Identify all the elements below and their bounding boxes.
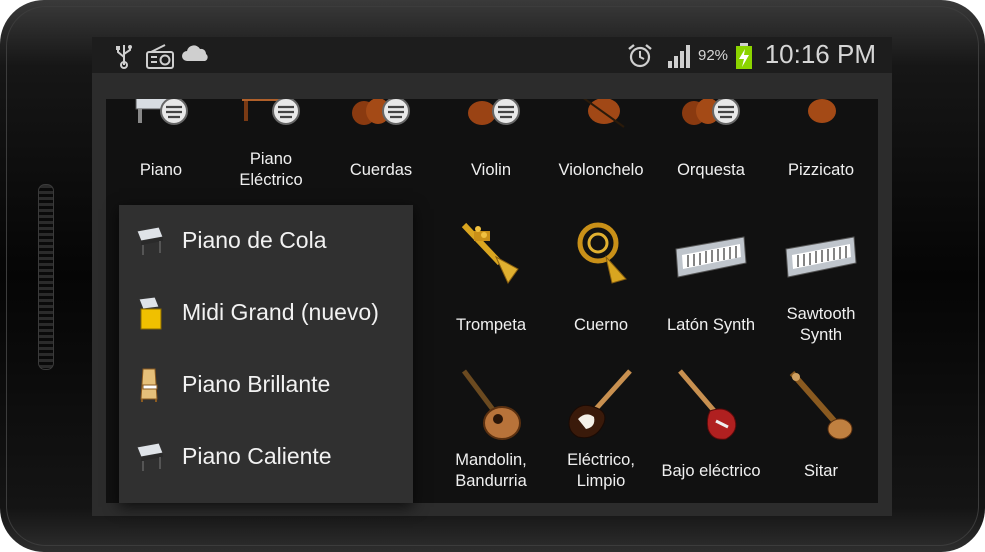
instrument-label: Piano xyxy=(139,160,183,179)
instrument-sawtooth-synth[interactable]: Sawtooth Synth xyxy=(766,209,876,359)
bass-guitar-icon xyxy=(678,369,737,440)
keyboard-synth-icon xyxy=(785,236,857,278)
usb-icon xyxy=(116,45,132,69)
cello-icon xyxy=(583,99,625,128)
pizzicato-icon xyxy=(808,99,836,123)
speaker-grille xyxy=(38,184,54,370)
instrument-label: Violin xyxy=(470,160,512,179)
menu-item-label: Midi Grand (nuevo) xyxy=(182,299,379,325)
instrument-brass-synth[interactable]: Latón Synth xyxy=(656,209,766,359)
mandolin-icon xyxy=(462,369,521,440)
menu-item-label: Piano de Cola xyxy=(182,227,327,253)
instrument-label: Sitar xyxy=(804,461,838,480)
cloud-icon xyxy=(182,45,208,61)
battery-charging-icon xyxy=(736,43,752,69)
menu-item-warm-piano[interactable]: Piano Caliente xyxy=(119,421,413,493)
violin-icon xyxy=(468,99,520,125)
instrument-label: Orquesta xyxy=(677,160,745,179)
instrument-label: Sawtooth Synth xyxy=(786,305,856,344)
orchestra-icon xyxy=(682,99,740,125)
instrument-cello[interactable]: Violonchelo xyxy=(546,99,656,209)
instrument-label: Eléctrico, Limpio xyxy=(567,451,635,490)
instrument-mandolin[interactable]: Mandolin, Bandurria xyxy=(436,359,546,503)
instrument-label: Piano Eléctrico xyxy=(239,150,303,189)
instrument-label: Bajo eléctrico xyxy=(661,461,761,480)
instrument-horn[interactable]: Cuerno xyxy=(546,209,656,359)
instrument-electric-bass[interactable]: Bajo eléctrico xyxy=(656,359,766,503)
instrument-piano[interactable]: Piano xyxy=(106,99,216,209)
instrument-violin[interactable]: Violin xyxy=(436,99,546,209)
instrument-sitar[interactable]: Sitar xyxy=(766,359,876,503)
grand-piano-icon xyxy=(136,226,164,255)
strings-icon xyxy=(352,99,410,125)
instrument-electric-clean[interactable]: Eléctrico, Limpio xyxy=(546,359,656,503)
instrument-label: Cuerdas xyxy=(349,160,413,179)
instrument-trumpet[interactable]: Trompeta xyxy=(436,209,546,359)
instrument-label: Violonchelo xyxy=(558,160,644,179)
grand-piano-icon xyxy=(136,442,164,471)
menu-item-label: Piano Caliente xyxy=(182,443,332,469)
signal-icon xyxy=(668,45,690,68)
alarm-icon xyxy=(628,44,652,68)
midi-piano-icon xyxy=(138,296,162,330)
instrument-orchestra[interactable]: Orquesta xyxy=(656,99,766,209)
piano-variant-menu: Piano de Cola Midi Grand (nuevo) Piano B… xyxy=(119,205,413,503)
instrument-label: Latón Synth xyxy=(666,315,756,334)
piano-icon xyxy=(135,99,188,125)
instrument-pizzicato[interactable]: Pizzicato xyxy=(766,99,876,209)
instrument-electric-piano[interactable]: Piano Eléctrico xyxy=(216,99,326,209)
instrument-label: Pizzicato xyxy=(787,160,855,179)
phone-frame: 92% 10:16 PM Piano Piano Eléctrico Cuerd… xyxy=(0,0,985,552)
instrument-strings[interactable]: Cuerdas xyxy=(326,99,436,209)
horn-icon xyxy=(577,222,627,284)
electric-piano-icon xyxy=(242,99,300,125)
battery-percent: 92% xyxy=(698,47,729,64)
menu-item-midi-grand[interactable]: Midi Grand (nuevo) xyxy=(119,277,413,349)
instrument-label: Trompeta xyxy=(456,315,526,334)
upright-piano-icon xyxy=(140,368,158,402)
instrument-label: Mandolin, Bandurria xyxy=(455,451,527,490)
electric-guitar-icon xyxy=(568,369,632,439)
menu-item-grand-piano[interactable]: Piano de Cola xyxy=(119,205,413,277)
instrument-label: Cuerno xyxy=(573,315,629,334)
menu-item-bright-piano[interactable]: Piano Brillante xyxy=(119,349,413,421)
status-bar: 92% 10:16 PM xyxy=(92,37,892,73)
radio-icon xyxy=(146,44,174,69)
trumpet-icon xyxy=(461,222,519,284)
sitar-icon xyxy=(789,371,853,440)
status-clock: 10:16 PM xyxy=(764,39,876,69)
keyboard-synth-icon xyxy=(675,236,747,278)
menu-item-label: Piano Brillante xyxy=(182,371,331,397)
